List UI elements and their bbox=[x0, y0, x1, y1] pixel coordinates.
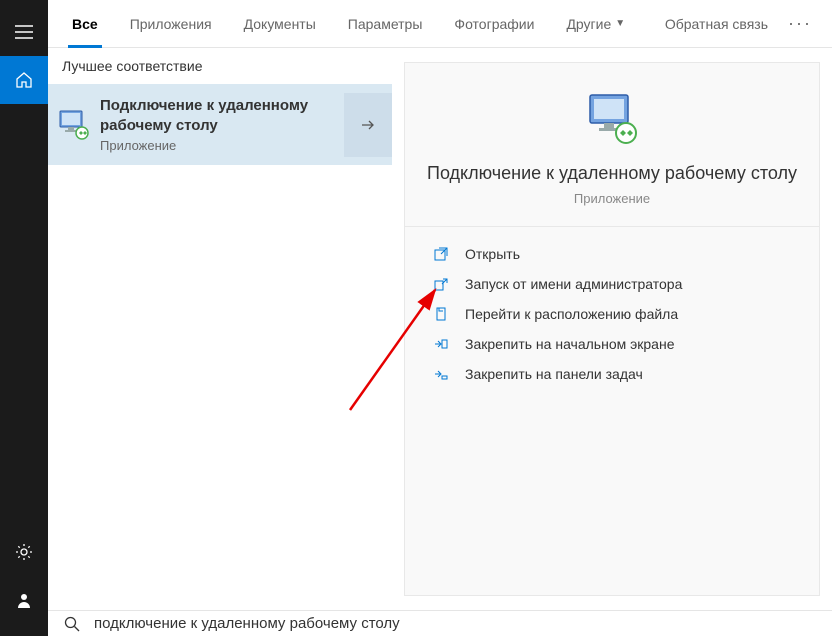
action-label: Закрепить на начальном экране bbox=[465, 336, 675, 352]
tab-label: Другие bbox=[566, 16, 611, 32]
feedback-link[interactable]: Обратная связь bbox=[665, 16, 768, 32]
action-pin-to-taskbar[interactable]: Закрепить на панели задач bbox=[405, 359, 819, 389]
tab-label: Приложения bbox=[130, 16, 212, 32]
home-icon bbox=[15, 71, 33, 89]
settings-button[interactable] bbox=[0, 528, 48, 576]
action-label: Закрепить на панели задач bbox=[465, 366, 643, 382]
tab-label: Параметры bbox=[348, 16, 423, 32]
shield-icon bbox=[433, 276, 449, 292]
details-actions: Открыть Запуск от имени администратора bbox=[405, 227, 819, 401]
folder-icon bbox=[433, 306, 449, 322]
chevron-down-icon: ▼ bbox=[615, 18, 625, 29]
tab-label: Документы bbox=[244, 16, 316, 32]
rdp-app-icon bbox=[58, 109, 90, 141]
tab-photos[interactable]: Фотографии bbox=[442, 0, 546, 48]
tab-documents[interactable]: Документы bbox=[232, 0, 328, 48]
rdp-app-icon-large bbox=[584, 91, 640, 147]
tab-label: Все bbox=[72, 16, 98, 32]
home-button[interactable] bbox=[0, 56, 48, 104]
action-label: Открыть bbox=[465, 246, 520, 262]
tabs-bar: Все Приложения Документы Параметры Фотог… bbox=[48, 0, 832, 48]
account-button[interactable] bbox=[0, 576, 48, 624]
results-column: Лучшее соответствие bbox=[48, 48, 392, 610]
details-subtitle: Приложение bbox=[425, 191, 799, 206]
hamburger-icon bbox=[15, 25, 33, 39]
tab-all[interactable]: Все bbox=[60, 0, 110, 48]
open-icon bbox=[433, 246, 449, 262]
section-header: Лучшее соответствие bbox=[48, 48, 392, 84]
gear-icon bbox=[15, 543, 33, 561]
search-bar bbox=[48, 610, 832, 636]
action-label: Запуск от имени администратора bbox=[465, 276, 682, 292]
result-title: Подключение к удаленному рабочему столу bbox=[100, 96, 344, 135]
menu-button[interactable] bbox=[0, 8, 48, 56]
search-input[interactable] bbox=[94, 615, 816, 632]
pin-start-icon bbox=[433, 336, 449, 352]
arrow-right-icon bbox=[360, 117, 376, 133]
details-title: Подключение к удаленному рабочему столу bbox=[425, 161, 799, 185]
action-run-as-admin[interactable]: Запуск от имени администратора bbox=[405, 269, 819, 299]
result-expand-button[interactable] bbox=[344, 93, 392, 157]
details-column: Подключение к удаленному рабочему столу … bbox=[392, 48, 832, 610]
action-pin-to-start[interactable]: Закрепить на начальном экране bbox=[405, 329, 819, 359]
details-card: Подключение к удаленному рабочему столу … bbox=[404, 62, 820, 596]
more-options-button[interactable]: ··· bbox=[780, 13, 820, 34]
left-rail bbox=[0, 0, 48, 636]
action-label: Перейти к расположению файла bbox=[465, 306, 678, 322]
action-open-file-location[interactable]: Перейти к расположению файла bbox=[405, 299, 819, 329]
action-open[interactable]: Открыть bbox=[405, 239, 819, 269]
result-best-match[interactable]: Подключение к удаленному рабочему столу … bbox=[48, 84, 392, 165]
tab-apps[interactable]: Приложения bbox=[118, 0, 224, 48]
person-icon bbox=[15, 591, 33, 609]
pin-taskbar-icon bbox=[433, 366, 449, 382]
tab-settings[interactable]: Параметры bbox=[336, 0, 435, 48]
tab-label: Фотографии bbox=[454, 16, 534, 32]
result-subtitle: Приложение bbox=[100, 138, 344, 153]
tab-more[interactable]: Другие ▼ bbox=[554, 0, 637, 48]
search-icon bbox=[64, 616, 80, 632]
